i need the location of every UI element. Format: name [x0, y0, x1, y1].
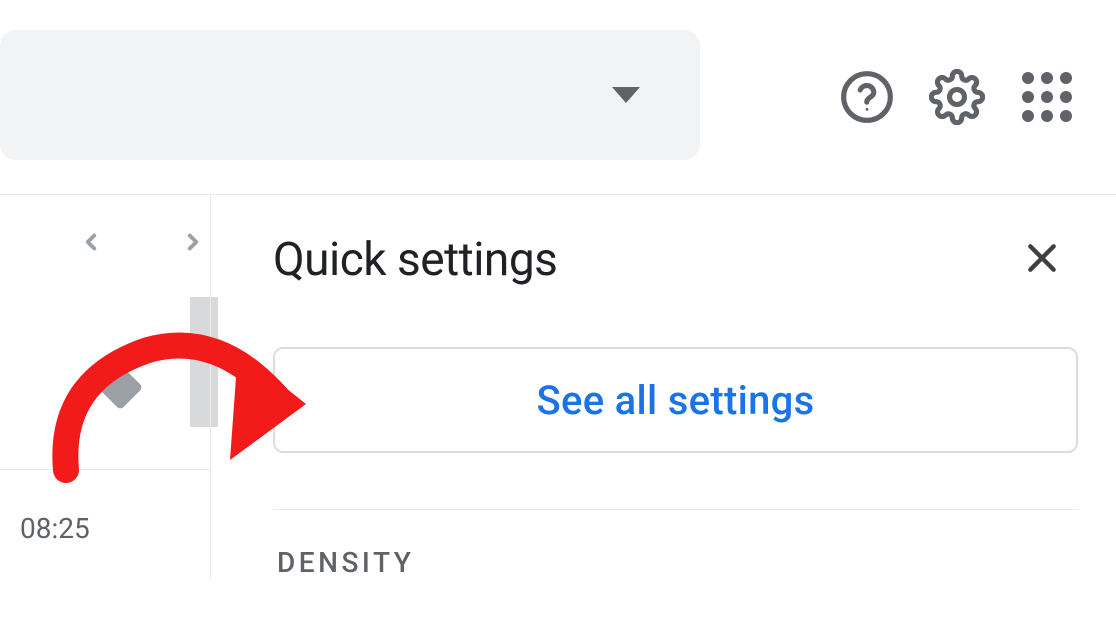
panel-header: Quick settings: [211, 195, 1116, 287]
apps-grid-icon[interactable]: [1018, 68, 1076, 126]
chevron-left-icon[interactable]: [78, 229, 104, 259]
tag-icon[interactable]: [90, 357, 146, 417]
density-section-label: DENSITY: [211, 510, 1116, 579]
main-area: 08:25 Quick settings See all settings DE…: [0, 195, 1116, 579]
quick-settings-panel: Quick settings See all settings DENSITY: [210, 195, 1116, 579]
help-icon[interactable]: [838, 68, 896, 126]
left-column: 08:25: [0, 195, 210, 579]
topbar-icons: [838, 68, 1076, 126]
see-all-settings-button[interactable]: See all settings: [273, 347, 1078, 453]
pagination-nav: [0, 195, 210, 259]
close-icon[interactable]: [1022, 238, 1062, 282]
search-box[interactable]: [0, 30, 700, 160]
panel-title: Quick settings: [273, 233, 557, 287]
timestamp: 08:25: [0, 469, 210, 545]
top-bar: [0, 0, 1116, 195]
tag-row: [0, 307, 210, 457]
settings-gear-icon[interactable]: [928, 68, 986, 126]
search-options-dropdown-icon[interactable]: [612, 87, 640, 103]
chevron-right-icon[interactable]: [180, 229, 206, 259]
